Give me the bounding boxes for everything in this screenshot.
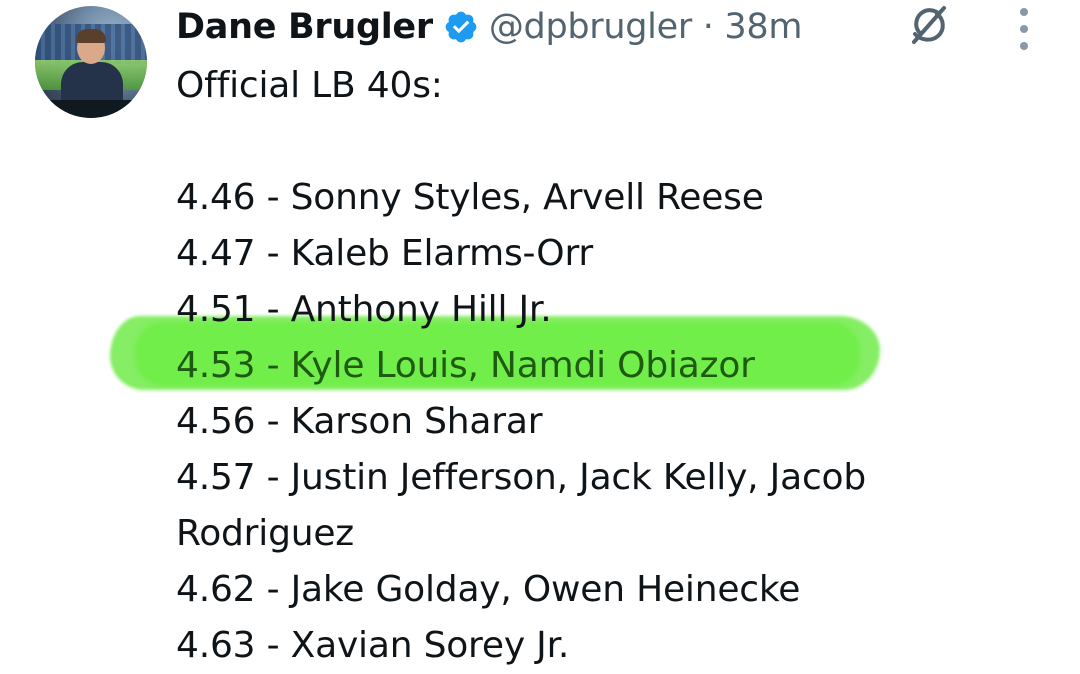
tweet-line-463-partial: 4.63 - Xavian Sorey Jr. bbox=[176, 625, 570, 666]
more-dot bbox=[1020, 8, 1028, 16]
avatar-desk bbox=[35, 100, 147, 118]
tweet-line-heading: Official LB 40s: bbox=[176, 65, 443, 106]
tweet-line-456: 4.56 - Karson Sharar bbox=[176, 401, 543, 442]
more-dot bbox=[1020, 25, 1028, 33]
grok-icon[interactable] bbox=[904, 2, 954, 48]
tweet-line-446: 4.46 - Sonny Styles, Arvell Reese bbox=[176, 177, 764, 218]
more-options-icon[interactable] bbox=[1013, 8, 1035, 50]
tweet-text: Official LB 40s: 4.46 - Sonny Styles, Ar… bbox=[176, 58, 1056, 674]
tweet-line-457: 4.57 - Justin Jefferson, Jack Kelly, Jac… bbox=[176, 457, 867, 498]
tweet-line-462: 4.62 - Jake Golday, Owen Heinecke bbox=[176, 569, 801, 610]
tweet-line-447: 4.47 - Kaleb Elarms-Orr bbox=[176, 233, 594, 274]
avatar-person-hair bbox=[76, 29, 106, 43]
handle-and-timestamp[interactable]: @dpbrugler · 38m bbox=[489, 7, 803, 47]
tweet-line-457-continued: Rodriguez bbox=[176, 513, 354, 554]
author-name[interactable]: Dane Brugler bbox=[176, 7, 433, 47]
more-dot bbox=[1020, 42, 1028, 50]
tweet-line-453-highlighted: 4.53 - Kyle Louis, Namdi Obiazor bbox=[176, 345, 755, 386]
tweet-header: Dane Brugler @dpbrugler · 38m bbox=[176, 0, 802, 54]
tweet-line-451: 4.51 - Anthony Hill Jr. bbox=[176, 289, 552, 330]
verified-badge-icon[interactable] bbox=[443, 9, 479, 45]
avatar[interactable] bbox=[35, 6, 147, 118]
